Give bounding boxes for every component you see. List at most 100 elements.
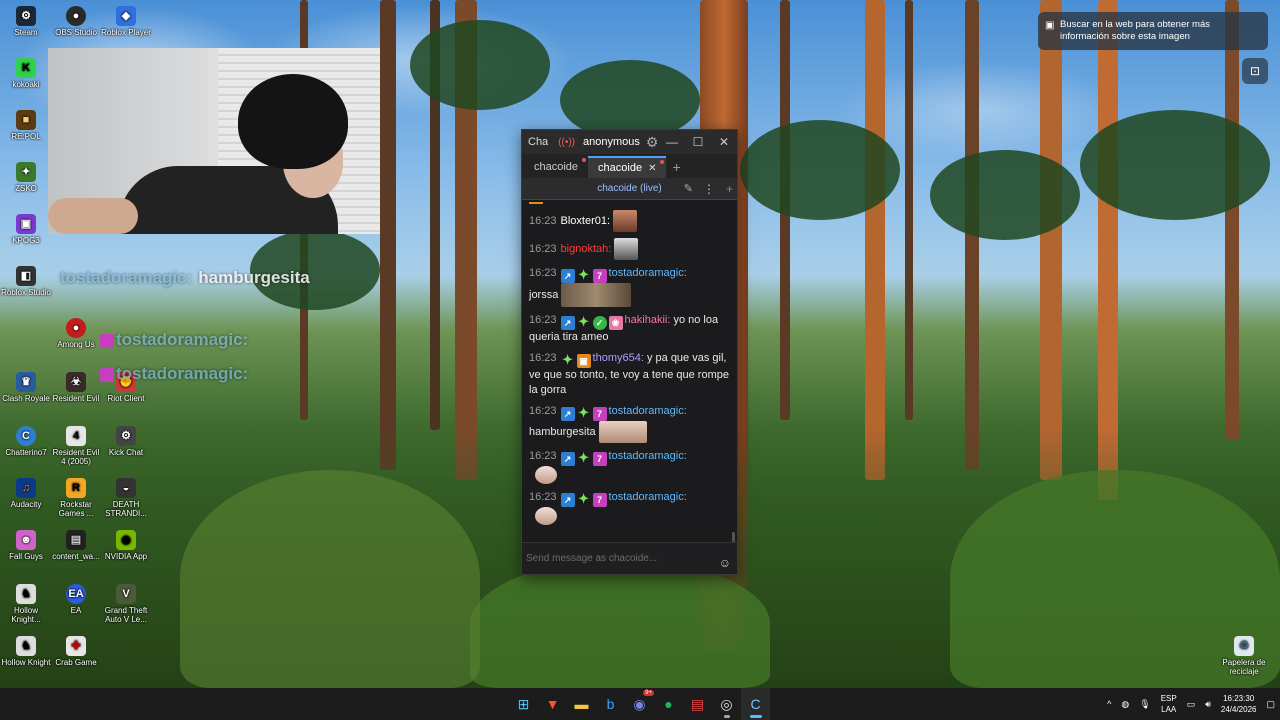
chat-username[interactable]: thomy654:	[593, 352, 644, 364]
desktop-icon-among-us[interactable]: ● Among Us	[50, 318, 102, 349]
tab-chacoide-active[interactable]: chacoide ✕	[588, 156, 667, 178]
desktop-icon-fall-guys[interactable]: ☻ Fall Guys	[0, 530, 52, 561]
add-tab-button[interactable]: +	[672, 156, 680, 178]
kick-badge-icon: ↗	[560, 493, 575, 507]
window-titlebar[interactable]: Cha ((•)) anonymous ⚙ — ☐ ✕	[522, 130, 737, 154]
desktop-icon-clash-royale[interactable]: ♛ Clash Royale	[0, 372, 52, 403]
show-hidden-icons-chevron-icon[interactable]: ^	[1107, 699, 1111, 709]
taskbar-spotify[interactable]: ●	[654, 688, 683, 720]
message-input[interactable]	[526, 547, 706, 569]
desktop-icon-zsko[interactable]: ✦ ZSKO	[0, 162, 52, 193]
chat-message[interactable]: 16:23 ↗ ✦ ✓ ❀ hakihakii: yo no loa queria tir…	[529, 313, 731, 345]
settings-gear-icon[interactable]: ⚙	[646, 134, 659, 151]
desktop-icon-crab-game[interactable]: ✚ Crab Game	[50, 636, 102, 667]
clock[interactable]: 16:23:30 24/4/2026	[1221, 693, 1257, 715]
desktop-icon-steam[interactable]: ⚙ Steam	[0, 6, 52, 37]
system-tray: ^ ◍ 🎙︎ ESP LAA ▭ 🔊︎ 16:23:30 24/4/2026 ▢	[1102, 688, 1280, 720]
brave-icon: ▼	[545, 696, 560, 712]
desktop-icon-resident-evil[interactable]: ☣ Resident Evil	[50, 372, 102, 403]
desktop-icon-repol[interactable]: ■ RE:POL	[0, 110, 52, 141]
taskbar-file-explorer[interactable]: ▬	[567, 688, 596, 720]
lens-capture-button[interactable]: ⊡	[1242, 58, 1268, 84]
notifications-icon[interactable]: ▢	[1266, 699, 1275, 710]
lens-search-prompt[interactable]: ▣ Buscar en la web para obtener más info…	[1038, 12, 1268, 50]
emote-image	[535, 466, 557, 484]
desktop-icon-hollow-knight-silksong[interactable]: ♞ Hollow Knight...	[0, 584, 52, 624]
taskbar-discord[interactable]: ◉ 9+	[625, 688, 654, 720]
minimize-button[interactable]: —	[659, 130, 685, 154]
desktop-icon-chatterino7[interactable]: C Chatterino7	[0, 426, 52, 457]
chat-message[interactable]: 16:23 ✦ ▣ thomy654: y pa que vas gil, ve qu…	[529, 351, 731, 398]
account-switcher[interactable]: anonymous	[583, 136, 640, 148]
taskbar-brave[interactable]: ▼	[538, 688, 567, 720]
chat-message[interactable]: 16:23 Bloxter01:	[529, 210, 731, 232]
taskbar-obs[interactable]: ◎	[712, 688, 741, 720]
microphone-icon[interactable]: 🎙︎	[1139, 699, 1150, 710]
chat-username[interactable]: tostadoramagic:	[609, 450, 687, 462]
chat-message[interactable]: 16:23 ↗ ✦ 7 tostadoramagic:	[529, 449, 731, 484]
taskbar-chatterino[interactable]: C	[741, 688, 770, 720]
kick-badge-icon: ↗	[560, 316, 575, 330]
emoji-picker-icon[interactable]: ☺	[719, 556, 731, 570]
close-tab-icon[interactable]: ✕	[648, 163, 656, 174]
sub-badge-icon: 7	[592, 407, 607, 421]
channel-header: chacoide (live) ✎ ⋮ +	[522, 178, 737, 200]
sub-badge-icon	[100, 333, 114, 348]
desktop-icon-roblox-studio[interactable]: ◧ Roblox Studio	[0, 266, 52, 297]
scrollbar-thumb[interactable]	[732, 532, 735, 542]
taskbar-editor[interactable]: ▤	[683, 688, 712, 720]
desktop-icon-kpog3[interactable]: ▣ KPOG3	[0, 214, 52, 245]
desktop-icon-nvidia[interactable]: ◉ NVIDIA App	[100, 530, 152, 561]
desktop-icon-re4[interactable]: 4 Resident Evil 4 (2005)	[50, 426, 102, 466]
desktop-icon-hollow-knight[interactable]: ♞ Hollow Knight	[0, 636, 52, 667]
star-badge-icon: ✦	[578, 405, 589, 420]
desktop-icon-content-folder[interactable]: ▤ content_wa...	[50, 530, 102, 561]
chat-messages[interactable]: 16:23 Bloxter01: 16:23 bignoktah: 16:23 ↗ ✦ 7…	[522, 202, 737, 542]
more-options-icon[interactable]: ⋮	[703, 182, 715, 196]
close-button[interactable]: ✕	[711, 130, 737, 154]
chat-message[interactable]: 16:23 ↗ ✦ 7 tostadoramagic: hamburgesita	[529, 404, 731, 443]
desktop-icon-recycle-bin[interactable]: ♻ Papelera de reciclaje	[1215, 636, 1273, 676]
chatterino-window[interactable]: Cha ((•)) anonymous ⚙ — ☐ ✕ chacoide cha…	[521, 129, 738, 575]
tree-trunk	[1225, 0, 1239, 440]
live-radio-icon[interactable]: ((•))	[558, 137, 575, 148]
chat-username[interactable]: bignoktah:	[561, 243, 612, 255]
tab-chacoide[interactable]: chacoide	[524, 156, 588, 178]
desktop-icon-obs[interactable]: ● OBS Studio	[50, 6, 102, 37]
desktop-icon-roblox-player[interactable]: ◆ Roblox Player	[100, 6, 152, 37]
chat-scrollbar[interactable]	[732, 202, 735, 542]
recycle-bin-icon: ♻	[1234, 636, 1254, 656]
chat-message[interactable]: 16:23 ↗ ✦ 7 tostadoramagic: jorssa	[529, 266, 731, 307]
desktop-icon-audacity[interactable]: ♫ Audacity	[0, 478, 52, 509]
desktop-icon-kick-chat[interactable]: ⚙ Kick Chat	[100, 426, 152, 457]
chat-message[interactable]: 16:23 ↗ ✦ 7 tostadoramagic:	[529, 490, 731, 525]
chat-message[interactable]: 16:23 bignoktah:	[529, 238, 731, 260]
volume-icon[interactable]: 🔊︎	[1205, 699, 1211, 710]
desktop-icon-ea[interactable]: EA EA	[50, 584, 102, 615]
add-split-icon[interactable]: +	[726, 182, 733, 196]
language-indicator[interactable]: ESP LAA	[1161, 693, 1177, 715]
chat-username[interactable]: Bloxter01:	[561, 215, 611, 227]
chat-username[interactable]: hakihakii:	[625, 314, 671, 326]
network-icon[interactable]: ◍	[1121, 699, 1129, 710]
desktop-icon-death-stranding[interactable]: ◒ DEATH STRANDI...	[100, 478, 152, 518]
re-icon: ☣	[66, 372, 86, 392]
desktop-icon-rockstar[interactable]: R Rockstar Games ...	[50, 478, 102, 518]
emote-image	[598, 421, 647, 443]
maximize-button[interactable]: ☐	[685, 130, 711, 154]
chat-username[interactable]: tostadoramagic:	[609, 267, 687, 279]
chat-username[interactable]: tostadoramagic:	[609, 405, 687, 417]
taskbar-bing[interactable]: b	[596, 688, 625, 720]
desktop-icon-gta-v[interactable]: V Grand Theft Auto V Le...	[100, 584, 152, 624]
start-button[interactable]: ⊞	[509, 688, 538, 720]
webcam-overlay	[48, 48, 380, 234]
desktop-icon-kokoaki[interactable]: Kkokoaki	[0, 58, 52, 89]
edit-pen-icon[interactable]: ✎	[684, 182, 693, 195]
tree-trunk	[865, 0, 885, 480]
tree-trunk	[380, 0, 396, 470]
box-badge-icon: ▣	[576, 354, 591, 368]
display-icon[interactable]: ▭	[1187, 699, 1196, 710]
chat-username[interactable]: tostadoramagic:	[609, 491, 687, 503]
bing-icon: b	[606, 696, 615, 712]
palm-bush	[180, 470, 480, 688]
